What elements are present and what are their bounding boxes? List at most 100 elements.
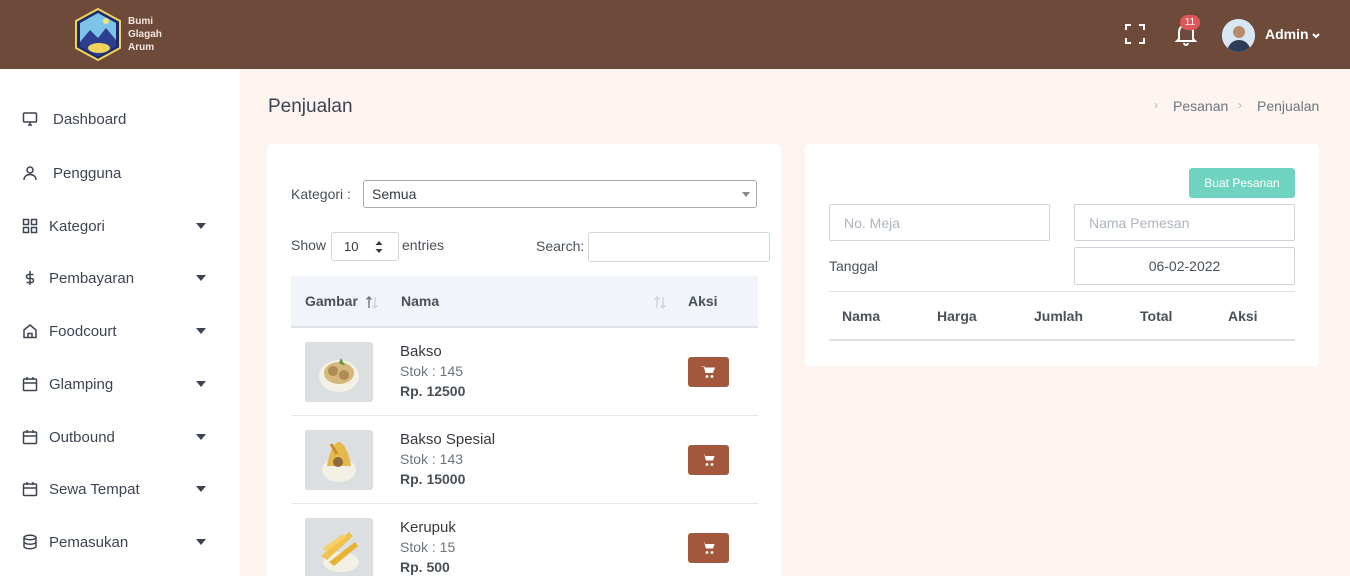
sort-asc-icon[interactable] (365, 294, 379, 310)
fullscreen-icon[interactable] (1124, 23, 1146, 45)
brand-name: Bumi Glagah Arum (128, 15, 162, 54)
sidebar-item-label: Dashboard (53, 111, 127, 128)
user-name[interactable]: Admin (1265, 26, 1309, 42)
entries-per-page-select[interactable]: 10 (331, 232, 399, 261)
breadcrumb-separator-icon: › (1154, 98, 1158, 112)
order-card: Buat Pesanan No. Meja Nama Pemesan Tangg… (805, 144, 1319, 366)
avatar[interactable] (1222, 19, 1255, 52)
breadcrumb-item-pesanan[interactable]: Pesanan (1173, 98, 1228, 114)
column-header-harga: Harga (937, 308, 977, 324)
sidebar-item-label: Outbound (49, 429, 115, 446)
product-image (305, 518, 373, 576)
product-image (305, 342, 373, 402)
add-to-cart-button[interactable] (688, 445, 729, 475)
column-header-aksi: Aksi (688, 293, 718, 309)
sidebar-item-label: Pembayaran (49, 270, 135, 287)
column-header-nama: Nama (842, 308, 881, 324)
caret-down-icon (196, 381, 206, 387)
entries-per-page-value: 10 (344, 239, 359, 254)
search-label: Search: (536, 238, 585, 254)
product-list-card: Kategori : Semua Show 10 entries Search:… (267, 144, 781, 576)
cart-icon (701, 453, 715, 466)
user-icon (23, 166, 37, 181)
product-name: Kerupuk (400, 519, 456, 536)
top-navbar: Bumi Glagah Arum 11 Admin (0, 0, 1350, 69)
sidebar-item-pemasukan[interactable]: Pemasukan (0, 522, 240, 562)
sidebar-item-pembayaran[interactable]: Pembayaran (0, 258, 240, 298)
database-icon (23, 534, 37, 550)
brand-logo[interactable] (73, 7, 123, 62)
search-input[interactable] (588, 232, 770, 262)
product-table-header: Gambar Nama Aksi (291, 276, 758, 328)
product-stock: Stok : 145 (400, 363, 464, 379)
order-table-header: Nama Harga Jumlah Total Aksi (829, 291, 1295, 341)
sidebar-item-foodcourt[interactable]: Foodcourt (0, 311, 240, 351)
date-label: Tanggal (829, 258, 879, 274)
caret-down-icon (196, 328, 206, 334)
sidebar-item-dashboard[interactable]: Dashboard (0, 99, 240, 139)
column-header-total: Total (1140, 308, 1173, 324)
add-to-cart-button[interactable] (688, 533, 729, 563)
customer-name-placeholder: Nama Pemesan (1089, 215, 1190, 231)
calendar-icon (22, 482, 38, 497)
brand-line-2: Glagah (128, 29, 162, 40)
create-order-button[interactable]: Buat Pesanan (1189, 168, 1295, 198)
chevron-down-icon[interactable] (1311, 28, 1321, 39)
brand-line-1: Bumi (128, 16, 153, 27)
brand-line-3: Arum (128, 42, 155, 53)
product-image (305, 430, 373, 490)
notification-count-badge: 11 (1180, 15, 1200, 30)
caret-down-icon (742, 192, 750, 197)
product-price: Rp. 12500 (400, 383, 466, 399)
sidebar-item-label: Kategori (49, 218, 105, 235)
sidebar-item-outbound[interactable]: Outbound (0, 417, 240, 457)
column-header-nama[interactable]: Nama (401, 293, 439, 309)
grid-icon (22, 218, 38, 234)
sidebar-item-label: Sewa Tempat (49, 481, 140, 498)
breadcrumb-separator-icon: › (1238, 98, 1242, 112)
product-stock: Stok : 143 (400, 451, 464, 467)
breadcrumb: › Pesanan › Penjualan (1150, 98, 1320, 116)
calendar-icon (22, 430, 38, 445)
kategori-label: Kategori : (291, 186, 351, 202)
sidebar-item-label: Foodcourt (49, 323, 117, 340)
table-row: Kerupuk Stok : 15 Rp. 500 (291, 504, 758, 576)
sidebar-item-glamping[interactable]: Glamping (0, 364, 240, 404)
product-stock: Stok : 15 (400, 539, 456, 555)
column-header-aksi: Aksi (1228, 308, 1258, 324)
product-name: Bakso (400, 343, 442, 360)
column-header-gambar[interactable]: Gambar (305, 293, 358, 309)
add-to-cart-button[interactable] (688, 357, 729, 387)
sidebar-item-label: Pemasukan (49, 534, 129, 551)
sort-icon[interactable] (653, 294, 667, 310)
page-title: Penjualan (268, 96, 353, 117)
sidebar-item-sewa-tempat[interactable]: Sewa Tempat (0, 469, 240, 509)
monitor-icon (22, 112, 38, 126)
calendar-icon (22, 377, 38, 392)
home-icon (23, 324, 37, 339)
sidebar-item-label: Pengguna (53, 165, 122, 182)
table-row: Bakso Spesial Stok : 143 Rp. 15000 (291, 416, 758, 504)
date-input[interactable]: 06-02-2022 (1074, 247, 1295, 285)
product-name: Bakso Spesial (400, 431, 496, 448)
dollar-icon (25, 271, 35, 285)
show-label: Show (291, 237, 327, 253)
caret-down-icon (196, 539, 206, 545)
customer-name-input[interactable]: Nama Pemesan (1074, 204, 1295, 241)
kategori-select[interactable]: Semua (363, 180, 757, 208)
cart-icon (701, 365, 715, 378)
entries-label: entries (402, 237, 445, 253)
caret-down-icon (196, 275, 206, 281)
caret-down-icon (196, 434, 206, 440)
sidebar-item-pengguna[interactable]: Pengguna (0, 153, 240, 193)
cart-icon (701, 541, 715, 554)
table-number-placeholder: No. Meja (844, 215, 901, 231)
caret-down-icon (196, 486, 206, 492)
breadcrumb-item-penjualan: Penjualan (1257, 98, 1320, 114)
sidebar-item-kategori[interactable]: Kategori (0, 206, 240, 246)
product-price: Rp. 500 (400, 559, 450, 575)
sidebar-item-label: Glamping (49, 376, 114, 393)
table-row: Bakso Stok : 145 Rp. 12500 (291, 328, 758, 416)
table-number-input[interactable]: No. Meja (829, 204, 1050, 241)
column-header-jumlah: Jumlah (1034, 308, 1084, 324)
